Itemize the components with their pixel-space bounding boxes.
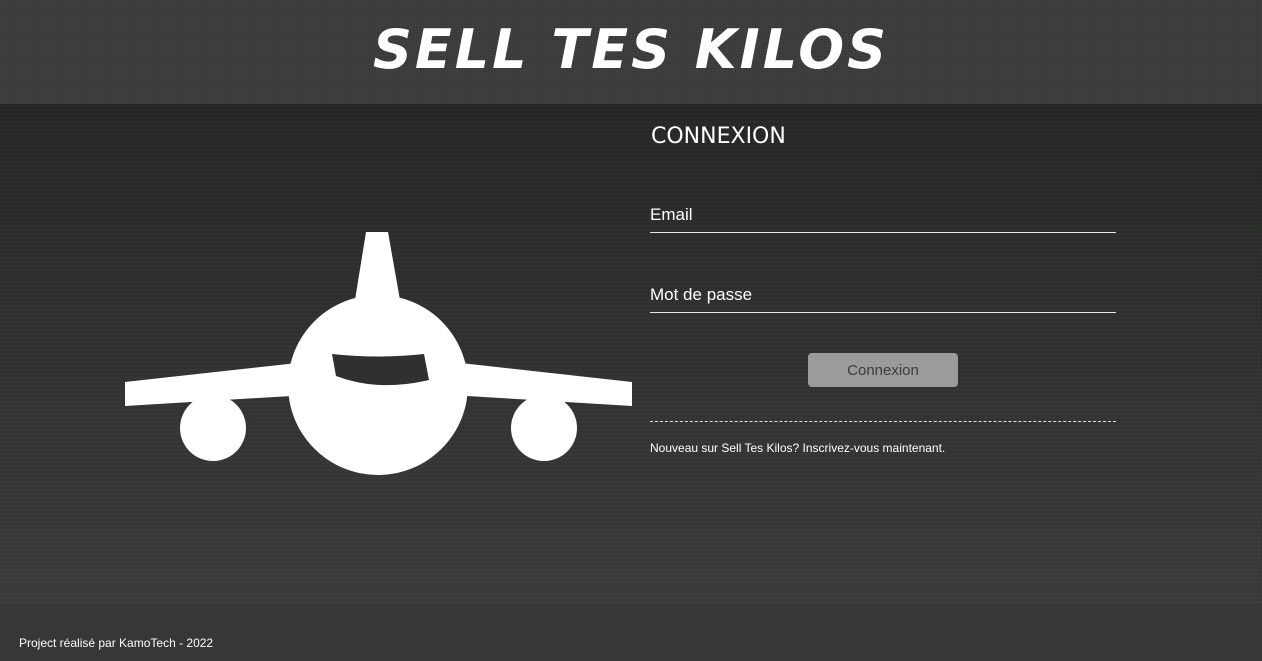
footer-credit: Project réalisé par KamoTech - 2022 [19, 636, 214, 650]
site-footer: Project réalisé par KamoTech - 2022 [0, 604, 1262, 661]
password-field-wrapper [650, 280, 1116, 313]
brand-logo[interactable]: SELL TES KILOS [0, 14, 1262, 86]
divider [650, 421, 1116, 422]
login-title: CONNEXION [651, 124, 786, 149]
signup-prompt: Nouveau sur Sell Tes Kilos? Inscrivez-vo… [650, 441, 945, 455]
airplane-icon [125, 232, 632, 475]
email-field-wrapper [650, 200, 1116, 233]
signup-prefix: Nouveau sur Sell Tes Kilos? [650, 441, 803, 455]
login-button[interactable]: Connexion [808, 353, 958, 387]
password-field[interactable] [650, 280, 1116, 310]
main-content: CONNEXION Connexion Nouveau sur Sell Tes… [0, 104, 1262, 604]
email-field[interactable] [650, 200, 1116, 230]
signup-link[interactable]: Inscrivez-vous maintenant. [803, 441, 946, 455]
page: SELL TES KILOS CONNEXION Connexion [0, 0, 1262, 661]
site-header: SELL TES KILOS [0, 0, 1262, 104]
login-panel: CONNEXION Connexion Nouveau sur Sell Tes… [650, 104, 1116, 604]
